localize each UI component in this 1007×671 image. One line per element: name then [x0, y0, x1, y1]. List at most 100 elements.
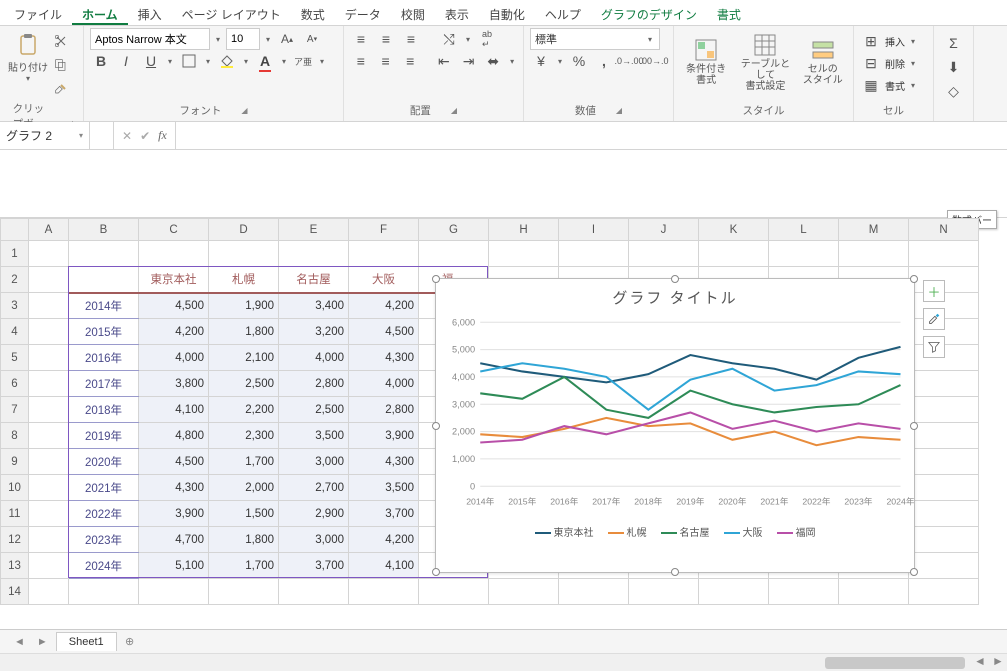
chart-legend[interactable]: 東京本社札幌名古屋大阪福岡	[436, 520, 914, 543]
col-header[interactable]: B	[69, 219, 139, 241]
cell[interactable]: 1,900	[209, 293, 279, 319]
name-box[interactable]: グラフ 2▾	[0, 122, 90, 149]
cell[interactable]: 3,000	[279, 527, 349, 553]
row-header[interactable]: 12	[1, 527, 29, 553]
cell[interactable]: 2,900	[279, 501, 349, 527]
row-header[interactable]: 8	[1, 423, 29, 449]
cell[interactable]: 2015年	[69, 319, 139, 345]
copy-button[interactable]	[50, 54, 72, 76]
cell[interactable]	[29, 267, 69, 293]
cell[interactable]: 4,000	[139, 345, 209, 371]
cell[interactable]: 2,500	[279, 397, 349, 423]
delete-cells-button[interactable]: ⊟	[860, 52, 882, 74]
merge-button[interactable]: ⬌	[482, 50, 504, 72]
cut-button[interactable]	[50, 30, 72, 52]
cell[interactable]	[909, 423, 979, 449]
legend-item[interactable]: 東京本社	[535, 524, 594, 539]
dialog-launcher-icon[interactable]: ◢	[616, 106, 622, 115]
cell[interactable]: 4,000	[349, 371, 419, 397]
cell[interactable]: 4,500	[139, 293, 209, 319]
cell[interactable]: 2,500	[209, 371, 279, 397]
chart-title[interactable]: グラフ タイトル	[436, 279, 914, 312]
cell[interactable]: 3,900	[349, 423, 419, 449]
cell[interactable]: 札幌	[209, 267, 279, 293]
sheet-nav-prev[interactable]: ◄	[10, 636, 29, 648]
cell[interactable]: 4,300	[349, 449, 419, 475]
cell-styles-button[interactable]: セルの スタイル	[799, 32, 847, 92]
cell[interactable]	[909, 241, 979, 267]
resize-handle[interactable]	[910, 422, 918, 430]
cell[interactable]: 2014年	[69, 293, 139, 319]
resize-handle[interactable]	[432, 422, 440, 430]
cell[interactable]	[349, 241, 419, 267]
cell[interactable]: 4,200	[349, 293, 419, 319]
chart-styles-button[interactable]	[923, 308, 945, 330]
cell[interactable]	[29, 293, 69, 319]
percent-format-button[interactable]: %	[568, 50, 590, 72]
formula-bar[interactable]	[176, 122, 1007, 149]
row-header[interactable]: 14	[1, 579, 29, 605]
cell[interactable]: 3,900	[139, 501, 209, 527]
tab-review[interactable]: 校閲	[391, 2, 435, 25]
resize-handle[interactable]	[671, 275, 679, 283]
cell[interactable]: 名古屋	[279, 267, 349, 293]
chevron-down-icon[interactable]: ▾	[165, 57, 175, 66]
cell[interactable]	[139, 579, 209, 605]
col-header[interactable]: H	[489, 219, 559, 241]
cell[interactable]	[29, 449, 69, 475]
col-header[interactable]: L	[769, 219, 839, 241]
font-name-combo[interactable]	[90, 28, 210, 50]
tab-home[interactable]: ホーム	[72, 2, 128, 25]
cell[interactable]: 4,300	[139, 475, 209, 501]
cell[interactable]	[29, 501, 69, 527]
decrease-font-button[interactable]: A▾	[301, 28, 323, 50]
col-header[interactable]: M	[839, 219, 909, 241]
cell[interactable]: 2,000	[209, 475, 279, 501]
cell[interactable]	[489, 579, 559, 605]
resize-handle[interactable]	[432, 275, 440, 283]
tab-help[interactable]: ヘルプ	[535, 2, 591, 25]
col-header[interactable]: I	[559, 219, 629, 241]
tab-view[interactable]: 表示	[435, 2, 479, 25]
cell[interactable]: 3,700	[279, 553, 349, 579]
align-center-button[interactable]: ≡	[375, 50, 397, 72]
cell[interactable]: 2,100	[209, 345, 279, 371]
cell[interactable]	[69, 579, 139, 605]
align-bottom-button[interactable]: ≡	[400, 28, 422, 50]
cell[interactable]	[29, 241, 69, 267]
cell[interactable]	[419, 241, 489, 267]
cell[interactable]	[629, 241, 699, 267]
col-header[interactable]: E	[279, 219, 349, 241]
cell[interactable]: 3,500	[349, 475, 419, 501]
chevron-down-icon[interactable]: ▾	[263, 35, 273, 44]
row-header[interactable]: 2	[1, 267, 29, 293]
format-as-table-button[interactable]: テーブルとして 書式設定	[736, 32, 794, 92]
cell[interactable]: 4,700	[139, 527, 209, 553]
cell[interactable]: 2024年	[69, 553, 139, 579]
cell[interactable]: 2021年	[69, 475, 139, 501]
legend-item[interactable]: 福岡	[777, 524, 816, 539]
cell[interactable]	[209, 579, 279, 605]
fill-color-button[interactable]	[216, 50, 238, 72]
cell[interactable]: 2,700	[279, 475, 349, 501]
resize-handle[interactable]	[432, 568, 440, 576]
fill-button[interactable]: ⬇	[943, 56, 965, 78]
cell[interactable]: 1,700	[209, 553, 279, 579]
cell[interactable]: 4,100	[349, 553, 419, 579]
col-header[interactable]: A	[29, 219, 69, 241]
cell[interactable]	[699, 241, 769, 267]
cell[interactable]: 3,200	[279, 319, 349, 345]
scrollbar-thumb[interactable]	[825, 657, 965, 669]
row-header[interactable]: 10	[1, 475, 29, 501]
chevron-down-icon[interactable]: ▾	[555, 57, 565, 66]
cell[interactable]: 1,800	[209, 319, 279, 345]
legend-item[interactable]: 大阪	[724, 524, 763, 539]
cell[interactable]: 4,800	[139, 423, 209, 449]
tab-insert[interactable]: 挿入	[128, 2, 172, 25]
increase-decimal-button[interactable]: .0→.00	[618, 50, 640, 72]
wrap-text-button[interactable]: ab↵	[476, 28, 498, 50]
row-header[interactable]: 6	[1, 371, 29, 397]
number-format-combo[interactable]: 標準▾	[530, 28, 660, 50]
cell[interactable]	[909, 579, 979, 605]
chevron-down-icon[interactable]: ▾	[203, 57, 213, 66]
